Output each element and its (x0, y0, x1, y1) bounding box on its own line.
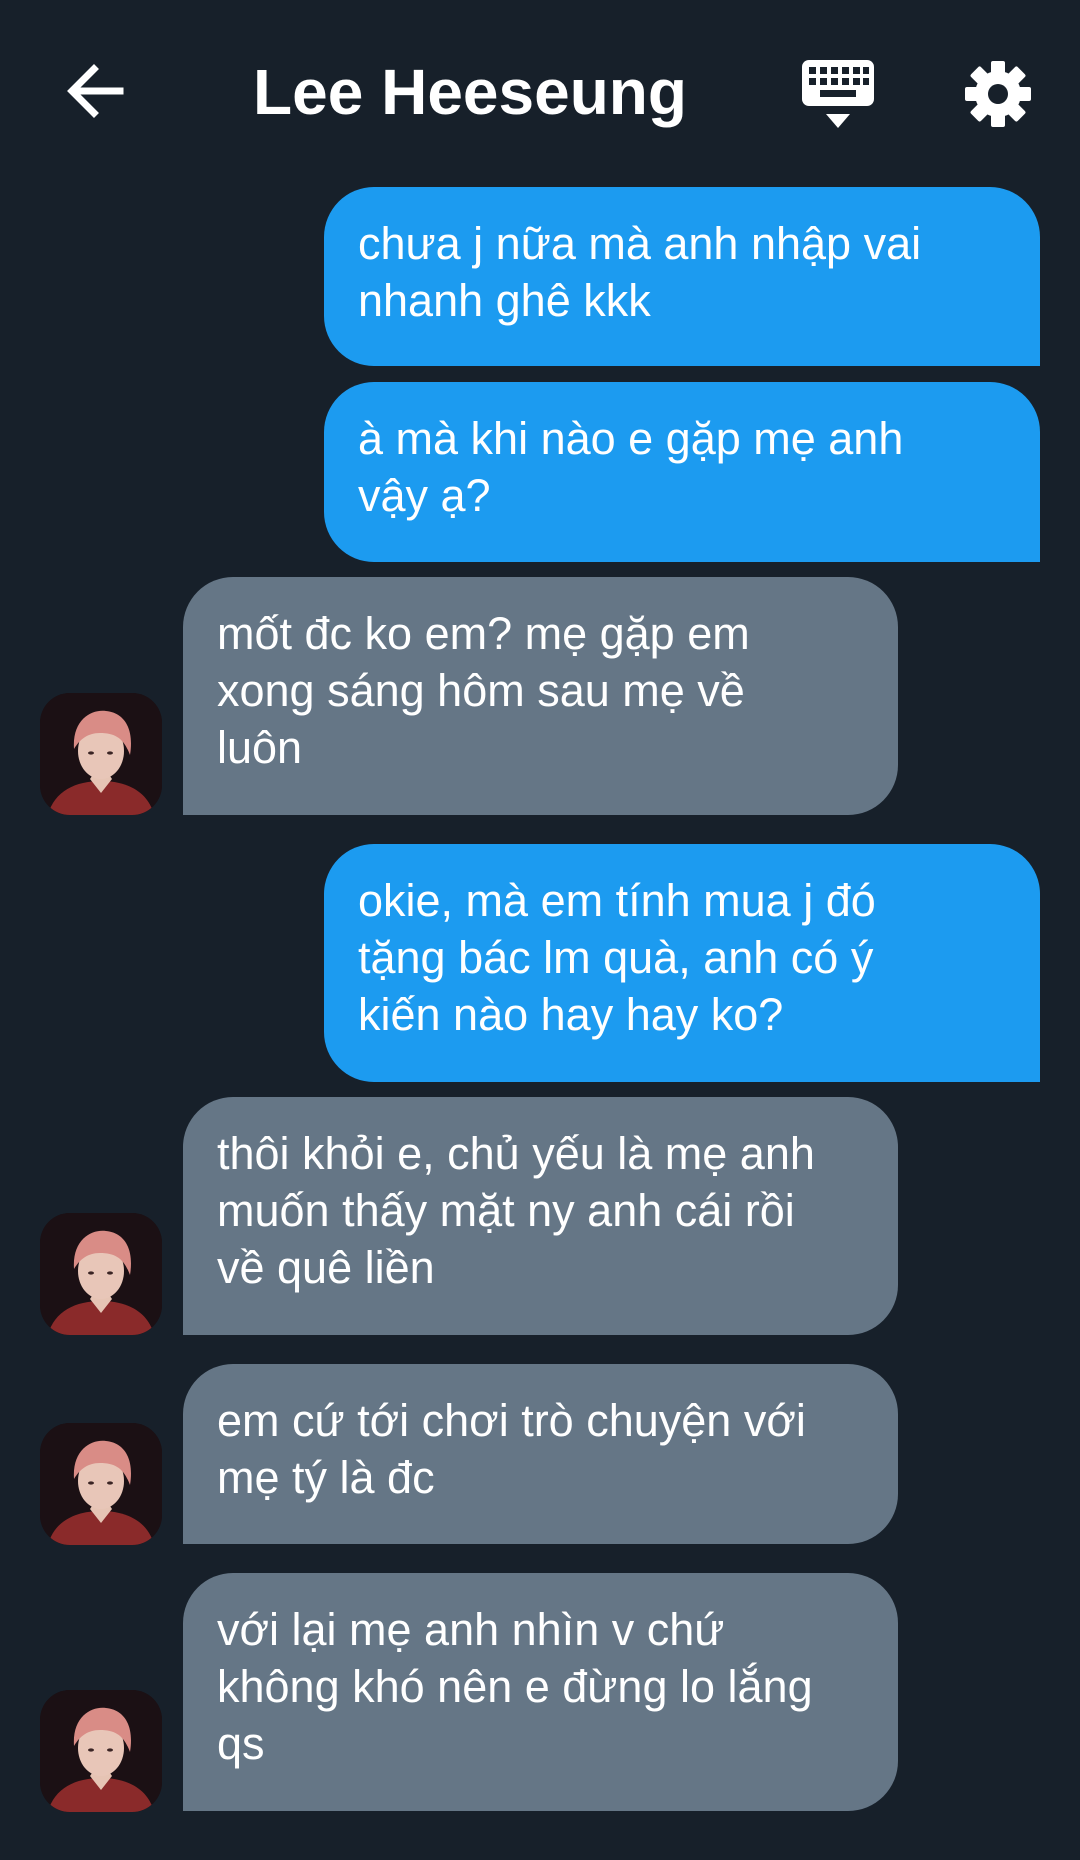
message-line: mốt đc ko em? mẹ gặp em (217, 608, 750, 659)
message-bubble-sent[interactable]: chưa j nữa mà anh nhập vai nhanh ghê kkk (324, 187, 1040, 366)
message-bubble-received[interactable]: em cứ tới chơi trò chuyện với mẹ tý là đ… (183, 1364, 898, 1544)
message-line: về quê liền (217, 1242, 435, 1293)
contact-photo (40, 1690, 162, 1812)
avatar[interactable] (40, 1213, 162, 1335)
arrow-left-icon (67, 64, 124, 118)
message-line: chưa j nữa mà anh nhập vai (358, 218, 922, 269)
message-bubble-received[interactable]: mốt đc ko em? mẹ gặp em xong sáng hôm sa… (183, 577, 898, 815)
message-line: nhanh ghê kkk (358, 275, 651, 326)
avatar[interactable] (40, 1690, 162, 1812)
message-line: vậy ạ? (358, 470, 491, 521)
message-bubble-sent[interactable]: à mà khi nào e gặp mẹ anh vậy ạ? (324, 382, 1040, 562)
message-line: không khó nên e đừng lo lắng (217, 1661, 813, 1712)
message-bubble-sent[interactable]: okie, mà em tính mua j đó tặng bác lm qu… (324, 844, 1040, 1082)
settings-button[interactable] (964, 60, 1032, 128)
message-line: muốn thấy mặt ny anh cái rồi (217, 1185, 795, 1236)
message-line: mẹ tý là đc (217, 1452, 435, 1503)
contact-photo (40, 1423, 162, 1545)
message-line: em cứ tới chơi trò chuyện với (217, 1395, 806, 1446)
message-line: với lại mẹ anh nhìn v chứ (217, 1604, 725, 1655)
message-line: luôn (217, 722, 303, 773)
message-bubble-received[interactable]: thôi khỏi e, chủ yếu là mẹ anh muốn thấy… (183, 1097, 898, 1335)
keyboard-icon (802, 60, 874, 128)
message-line: thôi khỏi e, chủ yếu là mẹ anh (217, 1128, 815, 1179)
message-line: à mà khi nào e gặp mẹ anh (358, 413, 904, 464)
message-line: okie, mà em tính mua j đó (358, 875, 876, 926)
back-button[interactable] (62, 58, 128, 124)
message-line: xong sáng hôm sau mẹ về (217, 665, 745, 716)
message-line: kiến nào hay hay ko? (358, 989, 784, 1040)
avatar[interactable] (40, 693, 162, 815)
message-line: tặng bác lm quà, anh có ý (358, 932, 874, 983)
avatar[interactable] (40, 1423, 162, 1545)
chat-title: Lee Heeseung (253, 56, 687, 128)
message-bubble-received[interactable]: với lại mẹ anh nhìn v chứ không khó nên … (183, 1573, 898, 1811)
message-line: qs (217, 1718, 265, 1769)
keyboard-button[interactable] (800, 58, 876, 134)
contact-photo (40, 1213, 162, 1335)
chat-header: Lee Heeseung (0, 0, 1080, 180)
contact-photo (40, 693, 162, 815)
gear-icon (965, 61, 1031, 127)
